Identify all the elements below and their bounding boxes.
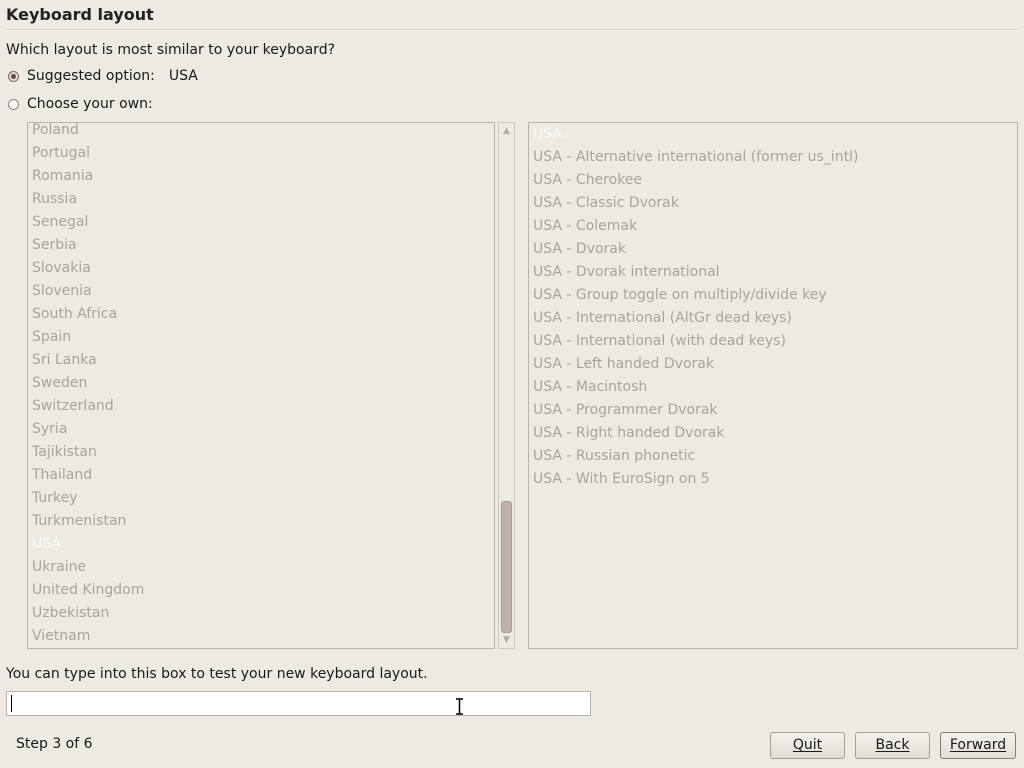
- suggested-option-label: Suggested option:: [27, 68, 155, 84]
- keyboard-test-input[interactable]: [6, 691, 591, 716]
- layout-question: Which layout is most similar to your key…: [6, 42, 336, 58]
- step-indicator: Step 3 of 6: [16, 736, 93, 752]
- country-list-item[interactable]: Tajikistan: [28, 441, 494, 464]
- country-list-item[interactable]: Senegal: [28, 211, 494, 234]
- country-list-item[interactable]: South Africa: [28, 303, 494, 326]
- country-list[interactable]: Poland Portugal Romania Russia Senegal Serbia…: [27, 122, 495, 649]
- variant-list-item[interactable]: USA - Group toggle on multiply/divide ke…: [529, 284, 1017, 307]
- country-list-item[interactable]: Vietnam: [28, 625, 494, 648]
- scrollbar-thumb[interactable]: [501, 501, 512, 633]
- suggested-option-radio[interactable]: [8, 70, 19, 82]
- country-list-item[interactable]: Romania: [28, 165, 494, 188]
- choose-own-label: Choose your own:: [27, 96, 153, 112]
- country-list-item[interactable]: Serbia: [28, 234, 494, 257]
- title-divider: [6, 29, 1018, 31]
- country-list-item[interactable]: Switzerland: [28, 395, 494, 418]
- variant-list-item[interactable]: USA - Programmer Dvorak: [529, 399, 1017, 422]
- test-box-label: You can type into this box to test your …: [6, 666, 428, 682]
- country-list-item[interactable]: Russia: [28, 188, 494, 211]
- variant-list-item[interactable]: USA - Russian phonetic: [529, 445, 1017, 468]
- back-button[interactable]: Back: [855, 732, 930, 759]
- country-list-item[interactable]: Uzbekistan: [28, 602, 494, 625]
- variant-list-items: USA USA - Alternative international (form…: [529, 123, 1017, 491]
- country-list-item[interactable]: Portugal: [28, 142, 494, 165]
- variant-list-item[interactable]: USA - International (with dead keys): [529, 330, 1017, 353]
- country-list-items: Poland Portugal Romania Russia Senegal Serbia…: [28, 123, 494, 648]
- variant-list-item[interactable]: USA - Macintosh: [529, 376, 1017, 399]
- country-list-item[interactable]: Slovenia: [28, 280, 494, 303]
- country-list-item[interactable]: Turkmenistan: [28, 510, 494, 533]
- variant-list-item[interactable]: USA - Cherokee: [529, 169, 1017, 192]
- page-title: Keyboard layout: [6, 5, 154, 24]
- country-list-item[interactable]: Spain: [28, 326, 494, 349]
- forward-button[interactable]: Forward: [940, 732, 1016, 759]
- choose-own-radio-row[interactable]: Choose your own:: [8, 96, 153, 112]
- country-list-item[interactable]: United Kingdom: [28, 579, 494, 602]
- country-list-item[interactable]: Turkey: [28, 487, 494, 510]
- country-list-item[interactable]: Syria: [28, 418, 494, 441]
- country-list-item[interactable]: Sri Lanka: [28, 349, 494, 372]
- country-list-item[interactable]: USA: [28, 533, 494, 556]
- text-caret: [11, 695, 12, 712]
- country-list-item[interactable]: Sweden: [28, 372, 494, 395]
- variant-list-item[interactable]: USA - Dvorak: [529, 238, 1017, 261]
- choose-own-radio[interactable]: [8, 98, 19, 110]
- variant-list-item[interactable]: USA - Left handed Dvorak: [529, 353, 1017, 376]
- variant-list[interactable]: USA USA - Alternative international (form…: [528, 122, 1018, 649]
- scroll-up-arrow-icon[interactable]: ▲: [499, 124, 514, 138]
- variant-list-item[interactable]: USA - Alternative international (former …: [529, 146, 1017, 169]
- variant-list-item[interactable]: USA: [529, 123, 1017, 146]
- quit-button[interactable]: Quit: [770, 732, 845, 759]
- country-list-scrollbar[interactable]: ▲ ▼: [498, 122, 515, 649]
- country-list-item[interactable]: Slovakia: [28, 257, 494, 280]
- variant-list-item[interactable]: USA - With EuroSign on 5: [529, 468, 1017, 491]
- variant-list-item[interactable]: USA - Colemak: [529, 215, 1017, 238]
- scroll-down-arrow-icon[interactable]: ▼: [499, 633, 514, 647]
- suggested-option-value: USA: [168, 68, 198, 84]
- country-list-item[interactable]: Thailand: [28, 464, 494, 487]
- variant-list-item[interactable]: USA - Right handed Dvorak: [529, 422, 1017, 445]
- variant-list-item[interactable]: USA - Dvorak international: [529, 261, 1017, 284]
- country-list-item[interactable]: Ukraine: [28, 556, 494, 579]
- suggested-option-radio-row[interactable]: Suggested option: USA: [8, 68, 198, 84]
- variant-list-item[interactable]: USA - International (AltGr dead keys): [529, 307, 1017, 330]
- country-list-item[interactable]: Poland: [28, 123, 494, 142]
- variant-list-item[interactable]: USA - Classic Dvorak: [529, 192, 1017, 215]
- ibeam-cursor-icon: [456, 698, 463, 715]
